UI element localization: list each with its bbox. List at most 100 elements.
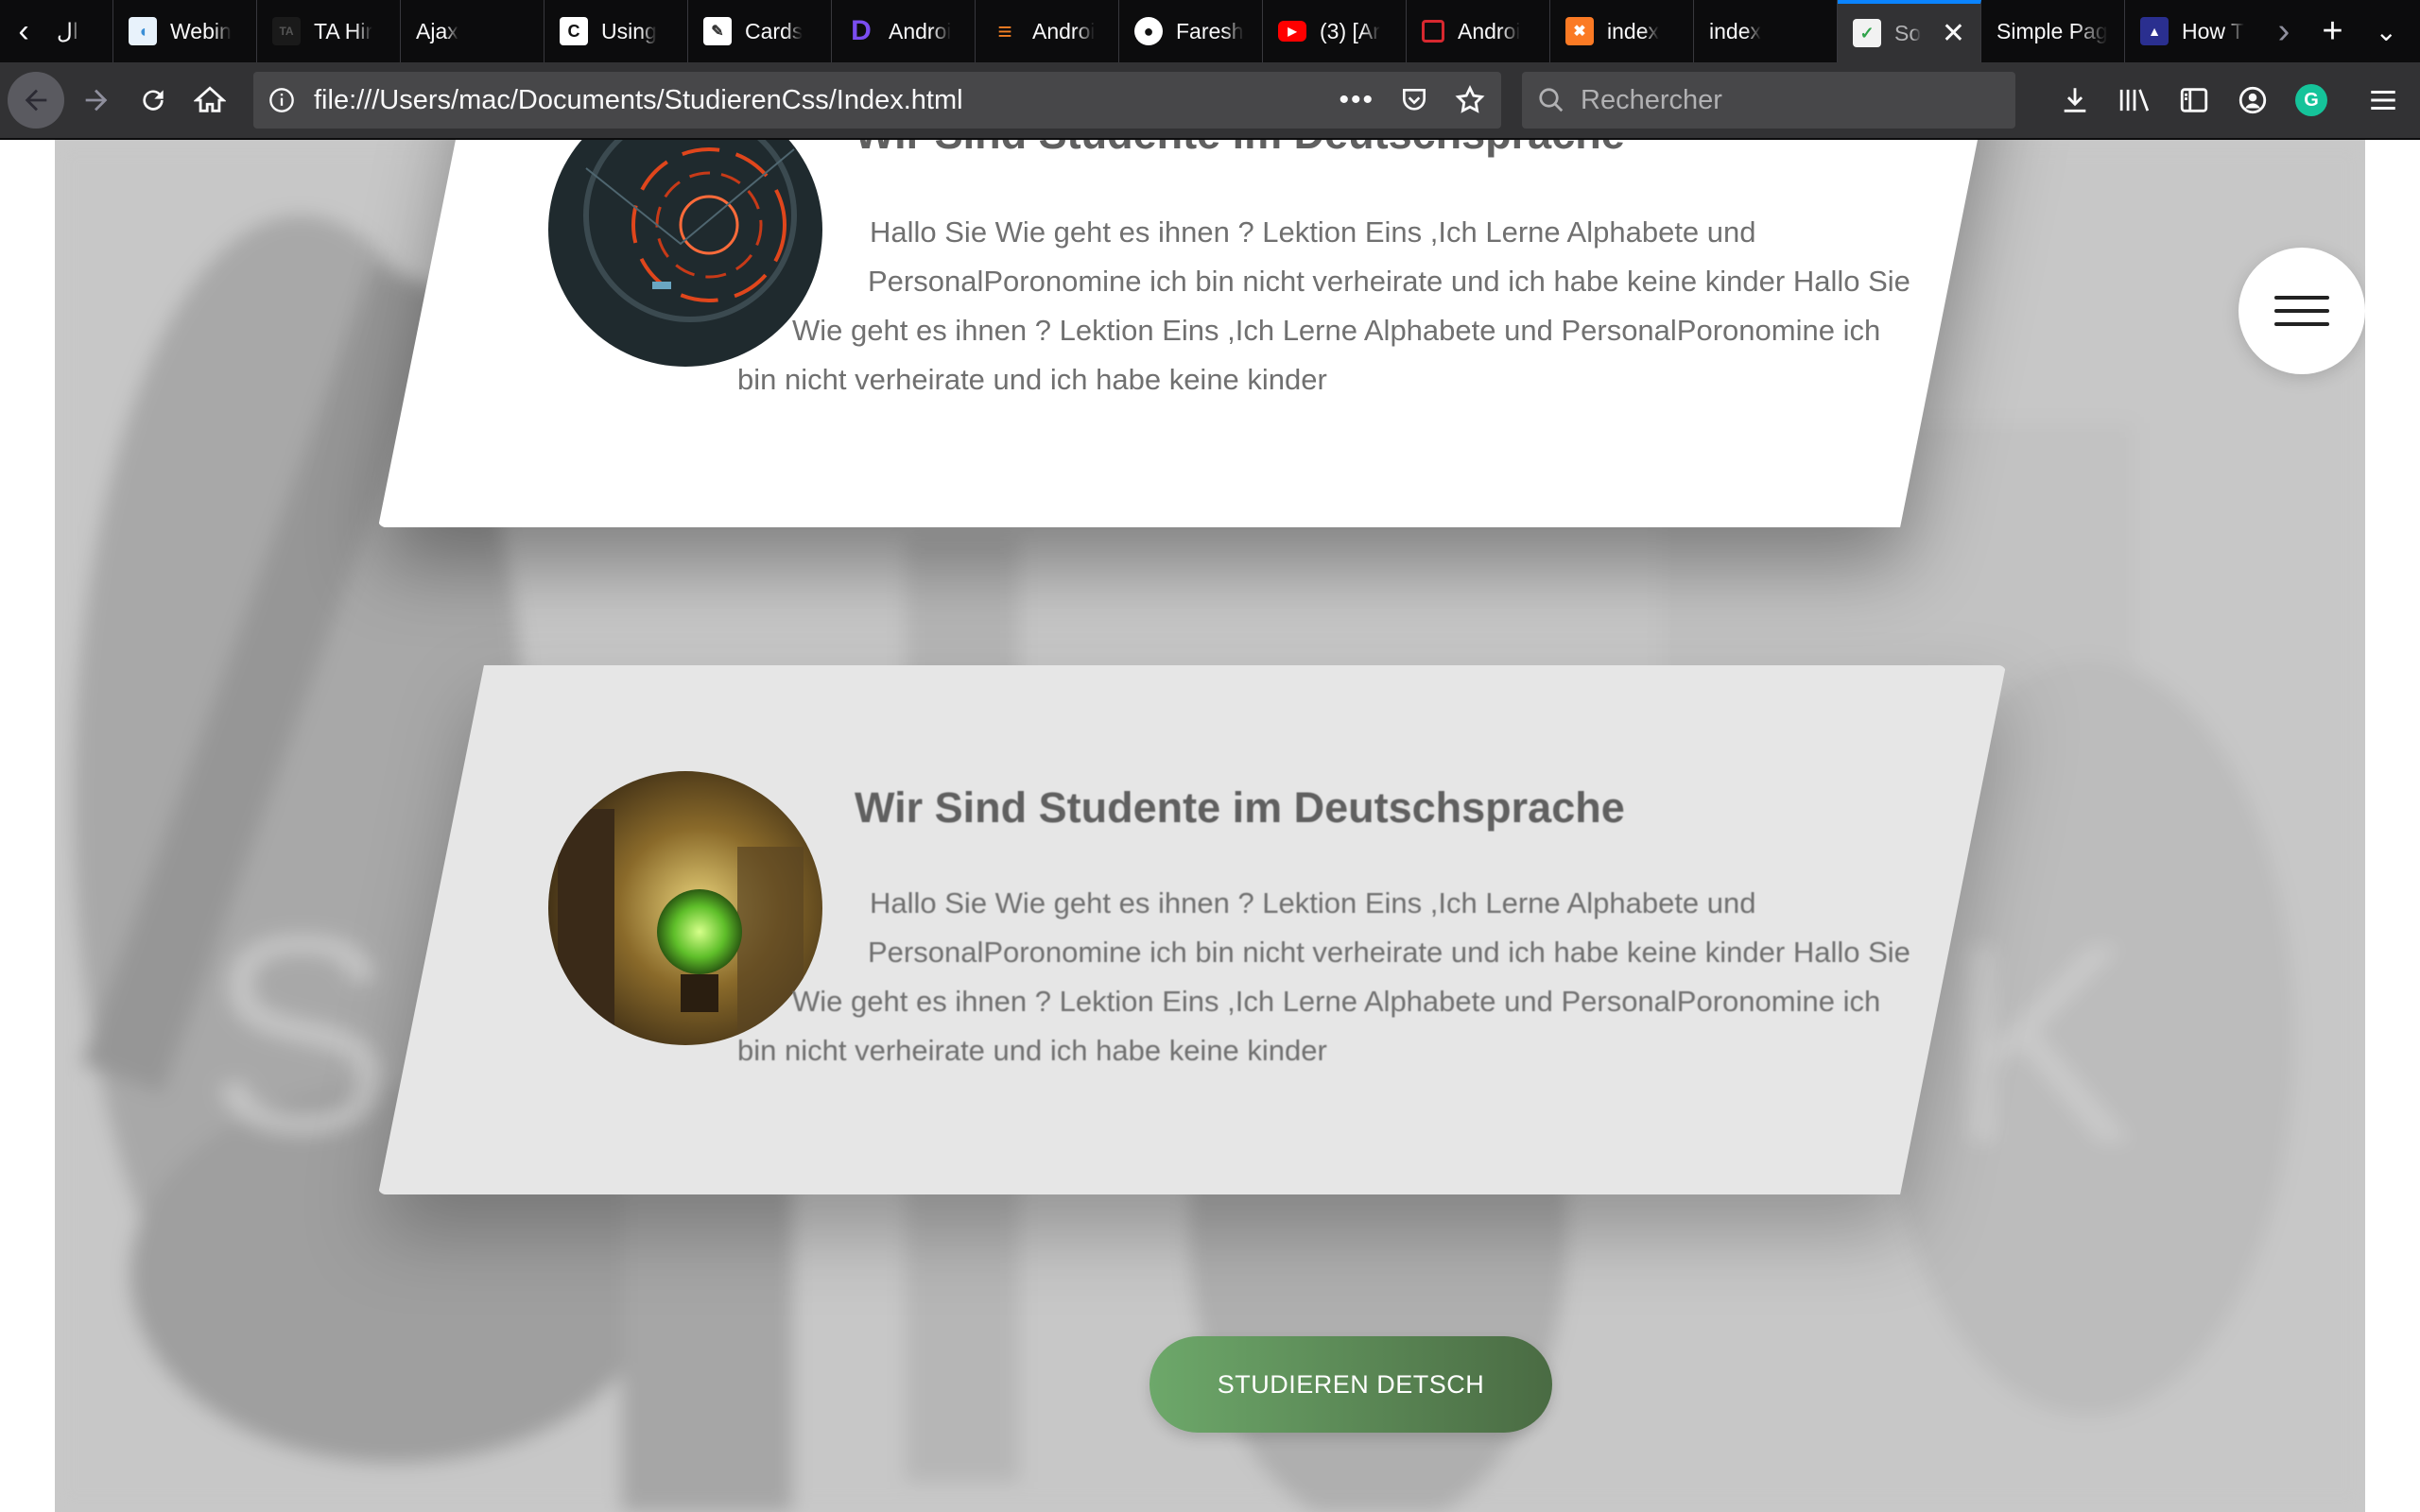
grammarly-extension-icon[interactable]: G	[2295, 84, 2327, 116]
list-all-tabs-icon[interactable]: ⌄	[2376, 16, 2397, 47]
page-viewport: S K Wir Sind Studente im Deutschsprache …	[0, 140, 2420, 1512]
scroll-tabs-left-icon[interactable]: ‹	[0, 0, 47, 62]
tab-label: How T	[2182, 18, 2245, 43]
card-title: Wir Sind Studente im Deutschsprache	[855, 140, 1625, 159]
tab-label: Using	[601, 18, 657, 43]
account-icon[interactable]	[2237, 84, 2269, 116]
pocket-icon[interactable]	[1399, 85, 1429, 115]
tab-webinar[interactable]: ◖ Webin	[113, 0, 257, 62]
card-description: Hallo Sie Wie geht es ihnen ? Lektion Ei…	[737, 879, 1910, 1075]
tab-active[interactable]: ✓ So ✕	[1838, 0, 1981, 62]
tab-arabic[interactable]: ال	[47, 0, 113, 62]
tab-list: ال ◖ Webin TA TA Hir Ajax C Using ✎ Card…	[47, 0, 2259, 62]
student-card: Wir Sind Studente im Deutschsprache Hall…	[378, 665, 2006, 1194]
back-button[interactable]	[8, 72, 64, 129]
card-text-line: bin nicht verheirate und ich habe keine …	[737, 363, 1327, 396]
xampp-icon: ✖	[1565, 17, 1594, 45]
tab-android-red[interactable]: Androi	[1407, 0, 1550, 62]
tab-how-to[interactable]: ▲ How T	[2125, 0, 2259, 62]
card-text-line: Wie geht es ihnen ? Lektion Eins ,Ich Le…	[792, 314, 1881, 347]
navigation-toolbar: file:///Users/mac/Documents/StudierenCss…	[0, 62, 2420, 140]
tab-youtube[interactable]: ▶ (3) [Ar	[1263, 0, 1407, 62]
page-menu-button[interactable]	[2238, 248, 2365, 374]
sidebar-icon[interactable]	[2178, 84, 2210, 116]
cards-icon: ✎	[703, 17, 732, 45]
tab-ajax[interactable]: Ajax	[401, 0, 544, 62]
android-red-icon	[1422, 20, 1444, 43]
tab-index-xampp[interactable]: ✖ index	[1550, 0, 1694, 62]
tab-label: (3) [Ar	[1320, 18, 1380, 43]
tab-strip: ‹ ال ◖ Webin TA TA Hir Ajax C Using ✎ Ca…	[0, 0, 2420, 62]
card-text-line: PersonalPoronomine ich bin nicht verheir…	[868, 936, 1910, 969]
back-arrow-icon	[25, 89, 47, 112]
site-info-icon[interactable]	[268, 87, 295, 113]
tab-label: So	[1894, 20, 1922, 45]
new-tab-icon[interactable]: +	[2322, 11, 2342, 52]
search-input[interactable]: Rechercher	[1522, 72, 2015, 129]
tab-label: Androi	[889, 18, 952, 43]
card-text-line: Hallo Sie Wie geht es ihnen ? Lektion Ei…	[870, 886, 1756, 919]
address-bar[interactable]: file:///Users/mac/Documents/StudierenCss…	[253, 72, 1501, 129]
tab-tools: › + ⌄	[2259, 0, 2420, 62]
library-icon[interactable]	[2118, 84, 2152, 116]
svg-text:S: S	[206, 875, 395, 1193]
tab-label: Faresh	[1176, 18, 1244, 43]
cat-icon: ▲	[2140, 17, 2169, 45]
tab-github[interactable]: ● Faresh	[1119, 0, 1263, 62]
c-logo-icon: C	[560, 17, 588, 45]
hamburger-menu-icon[interactable]	[2367, 84, 2399, 116]
tab-label: index	[1607, 18, 1659, 43]
tab-android-dev[interactable]: D Androi	[832, 0, 976, 62]
search-placeholder: Rechercher	[1581, 84, 1722, 115]
studieren-button[interactable]: STUDIEREN DETSCH	[1150, 1336, 1552, 1433]
menu-line	[2274, 309, 2329, 313]
active-site-icon: ✓	[1853, 19, 1881, 47]
reload-button[interactable]	[125, 72, 182, 129]
github-icon: ●	[1134, 17, 1163, 45]
tab-label: Androi	[1458, 18, 1521, 43]
webinar-icon: ◖	[129, 17, 157, 45]
dev-d-icon: D	[851, 15, 872, 46]
url-text[interactable]: file:///Users/mac/Documents/StudierenCss…	[314, 85, 1339, 116]
tab-label: Cards	[745, 18, 804, 43]
card-text-line: Wie geht es ihnen ? Lektion Eins ,Ich Le…	[792, 985, 1881, 1018]
page-actions-menu-icon[interactable]: •••	[1339, 84, 1374, 116]
home-icon	[194, 86, 226, 112]
card-description: Hallo Sie Wie geht es ihnen ? Lektion Ei…	[737, 208, 1910, 404]
menu-line	[2274, 322, 2329, 326]
tab-label: TA Hir	[314, 18, 373, 43]
downloads-icon[interactable]	[2059, 84, 2091, 116]
forward-arrow-icon	[85, 89, 108, 112]
tab-label: Simple Pag	[1996, 18, 2108, 43]
tab-using[interactable]: C Using	[544, 0, 688, 62]
card-text-line: PersonalPoronomine ich bin nicht verheir…	[868, 265, 1910, 298]
scroll-tabs-right-icon[interactable]: ›	[2278, 11, 2290, 52]
menu-line	[2274, 296, 2329, 300]
tab-label: index	[1709, 18, 1761, 43]
home-button[interactable]	[182, 72, 238, 129]
page-actions: •••	[1339, 84, 1486, 116]
card-text-line: bin nicht verheirate und ich habe keine …	[737, 1034, 1327, 1067]
student-card: Wir Sind Studente im Deutschsprache Hall…	[378, 140, 2006, 527]
forward-button[interactable]	[68, 72, 125, 129]
page-body: S K Wir Sind Studente im Deutschsprache …	[55, 140, 2365, 1512]
ta-hiring-icon: TA	[272, 17, 301, 45]
card-text-line: Hallo Sie Wie geht es ihnen ? Lektion Ei…	[870, 215, 1756, 249]
tab-cards[interactable]: ✎ Cards	[688, 0, 832, 62]
search-icon	[1539, 88, 1564, 112]
tab-label: ال	[57, 18, 79, 43]
toolbar-buttons: G	[2059, 84, 2412, 116]
tab-index[interactable]: index	[1694, 0, 1838, 62]
tab-label: Ajax	[416, 18, 458, 43]
tab-simple-page[interactable]: Simple Pag	[1981, 0, 2125, 62]
tab-label: Webin	[170, 18, 232, 43]
youtube-icon: ▶	[1278, 21, 1306, 42]
stackoverflow-icon: ≡	[997, 16, 1012, 45]
tab-android-stackoverflow[interactable]: ≡ Androi	[976, 0, 1119, 62]
reload-icon	[143, 90, 164, 111]
tab-label: Androi	[1032, 18, 1096, 43]
tab-ta-hiring[interactable]: TA TA Hir	[257, 0, 401, 62]
card-title: Wir Sind Studente im Deutschsprache	[855, 783, 1625, 832]
close-tab-icon[interactable]: ✕	[1942, 17, 1965, 50]
bookmark-star-icon[interactable]	[1454, 84, 1486, 116]
